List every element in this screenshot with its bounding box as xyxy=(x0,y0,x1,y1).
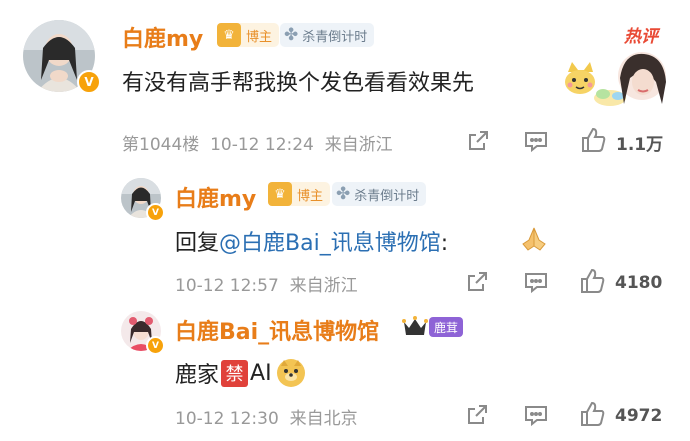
username[interactable]: 白鹿Bai_讯息博物馆 xyxy=(175,314,379,346)
like-button[interactable]: 4972 xyxy=(579,400,662,432)
sticker-image xyxy=(588,48,668,112)
reply-prefix: 回复 xyxy=(175,231,220,256)
fan-badge: 鹿茸 xyxy=(429,317,464,337)
event-tag[interactable]: ✤ 杀青倒计时 xyxy=(332,182,427,206)
praying-hands-icon xyxy=(519,224,549,254)
crown-icon: ♛ xyxy=(217,23,241,47)
like-button[interactable]: 1.1万 xyxy=(580,126,663,158)
location: 来自浙江 xyxy=(289,276,358,296)
blogger-badge-label: 博主 xyxy=(246,29,273,45)
comment-meta: 10-12 12:30 来自北京 xyxy=(175,404,358,429)
like-count: 1.1万 xyxy=(616,134,664,155)
hot-comment-label: 热评 xyxy=(624,27,658,47)
clover-icon: ✤ xyxy=(336,184,351,204)
event-tag[interactable]: ✤ 杀青倒计时 xyxy=(280,23,375,47)
doge-icon xyxy=(276,358,306,388)
location: 来自浙江 xyxy=(324,135,393,155)
floor-number: 第1044楼 xyxy=(122,135,200,155)
crown-icon xyxy=(402,315,428,339)
thumbs-up-icon xyxy=(580,126,608,158)
blogger-badge-label: 博主 xyxy=(297,188,324,204)
fan-badge-label: 鹿茸 xyxy=(434,320,459,335)
timestamp: 10-12 12:30 xyxy=(175,409,279,429)
comment-meta: 第1044楼 10-12 12:24 来自浙江 xyxy=(122,130,393,155)
comment-text: 回复@白鹿Bai_讯息博物馆: xyxy=(175,225,448,257)
content-suffix: AI xyxy=(250,360,272,386)
like-button[interactable]: 4180 xyxy=(579,267,662,299)
event-tag-label: 杀青倒计时 xyxy=(302,29,368,45)
thumbs-up-icon xyxy=(579,267,607,299)
share-icon[interactable] xyxy=(466,129,490,157)
clover-icon: ✤ xyxy=(284,25,299,45)
username[interactable]: 白鹿my xyxy=(122,21,203,53)
verified-icon: V xyxy=(146,336,165,355)
comment-meta: 10-12 12:57 来自浙江 xyxy=(175,271,358,296)
comment-text: 有没有高手帮我换个发色看看效果先 xyxy=(122,71,475,96)
blogger-badge: ♛ 博主 xyxy=(217,23,280,47)
verified-icon: V xyxy=(146,203,165,222)
like-count: 4180 xyxy=(615,273,663,293)
blogger-badge: ♛ 博主 xyxy=(268,182,331,206)
share-icon[interactable] xyxy=(465,270,489,298)
comment-icon[interactable] xyxy=(523,129,549,157)
location: 来自北京 xyxy=(289,409,358,429)
verified-icon: V xyxy=(77,70,101,94)
crown-icon: ♛ xyxy=(268,182,292,206)
timestamp: 10-12 12:24 xyxy=(210,135,314,155)
comment-icon[interactable] xyxy=(523,270,549,298)
comment-text: 鹿家 禁 AI xyxy=(175,357,306,389)
reply-suffix: : xyxy=(440,231,449,256)
thumbs-up-icon xyxy=(579,400,607,432)
share-icon[interactable] xyxy=(465,403,489,431)
event-tag-label: 杀青倒计时 xyxy=(354,188,420,204)
like-count: 4972 xyxy=(615,406,663,426)
ban-badge: 禁 xyxy=(221,359,249,387)
comment-icon[interactable] xyxy=(523,403,549,431)
content-prefix: 鹿家 xyxy=(175,363,220,388)
timestamp: 10-12 12:57 xyxy=(175,276,279,296)
mention-link[interactable]: @白鹿Bai_讯息博物馆 xyxy=(219,231,441,256)
username[interactable]: 白鹿my xyxy=(175,181,256,213)
